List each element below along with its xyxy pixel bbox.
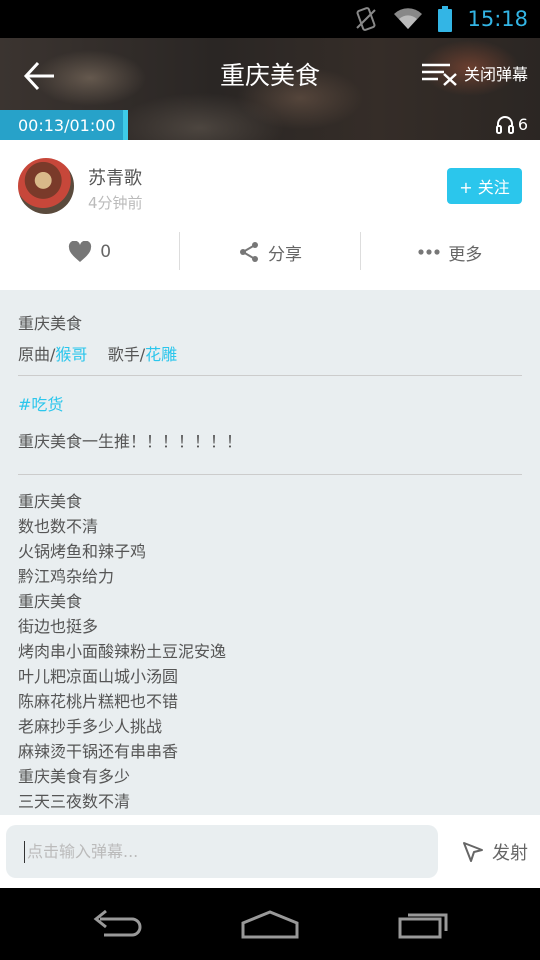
author-name[interactable]: 苏青歌 — [88, 164, 142, 190]
lyric-line: 重庆美食 — [18, 492, 83, 511]
singer-link[interactable]: 花雕 — [145, 345, 177, 364]
listener-count-value: 6 — [517, 114, 528, 134]
author-card: 苏青歌 4分钟前 + 关注 0 分享 更多 — [0, 140, 540, 290]
system-nav-bar — [0, 888, 540, 960]
send-label: 发射 — [492, 843, 528, 864]
send-cursor-icon — [463, 842, 483, 862]
text-cursor — [24, 840, 25, 863]
status-bar: 15:18 — [0, 0, 540, 38]
lyric-line: 三天三夜数不清 — [18, 792, 131, 811]
lyric-line: 数也数不清 — [18, 517, 99, 536]
lyric-line: 老麻抄手多少人挑战 — [18, 717, 163, 736]
singer-prefix: 歌手/ — [107, 345, 146, 364]
avatar[interactable] — [18, 158, 74, 214]
nav-recents-icon[interactable] — [396, 909, 452, 939]
lyric-line: 黔江鸡杂给力 — [18, 567, 115, 586]
lyric-line: 重庆美食 — [18, 592, 83, 611]
lyric-line: 烤肉串小面酸辣粉土豆泥安逸 — [18, 642, 227, 661]
lyric-line: 街边也挺多 — [18, 617, 99, 636]
nav-back-icon[interactable] — [88, 909, 144, 939]
share-button[interactable]: 分享 — [180, 232, 359, 272]
close-danmu-label: 关闭弹幕 — [463, 65, 528, 84]
like-count: 0 — [100, 242, 112, 262]
share-label: 分享 — [267, 244, 302, 265]
lyric-line: 火锅烤鱼和辣子鸡 — [18, 542, 147, 561]
danmu-off-icon — [421, 63, 457, 86]
vibrate-icon — [356, 7, 377, 31]
listener-count: 6 — [495, 114, 528, 134]
lyrics: 重庆美食 数也数不清 火锅烤鱼和辣子鸡 黔江鸡杂给力 重庆美食 街边也挺多 烤肉… — [18, 489, 226, 814]
battery-icon — [438, 6, 453, 32]
player-header: 重庆美食 关闭弹幕 00:13/01:00 6 — [0, 38, 540, 140]
danmu-input-bar: 发射 — [0, 815, 540, 888]
divider — [18, 375, 522, 376]
status-time: 15:18 — [467, 7, 528, 31]
danmu-input[interactable] — [27, 842, 407, 861]
song-title: 重庆美食 — [18, 314, 83, 333]
divider — [18, 474, 522, 475]
share-icon — [239, 242, 258, 262]
close-danmu-button[interactable]: 关闭弹幕 — [420, 60, 528, 86]
topic-tag[interactable]: #吃货 — [18, 391, 63, 415]
danmu-input-box[interactable] — [6, 825, 438, 878]
lyric-line: 陈麻花桃片糕粑也不错 — [18, 692, 179, 711]
lyric-line: 麻辣烫干锅还有串串香 — [18, 742, 179, 761]
action-row: 0 分享 更多 — [0, 232, 540, 272]
follow-button[interactable]: + 关注 — [447, 168, 522, 204]
more-dots-icon — [418, 249, 440, 255]
lyric-line: 重庆美食有多少 — [18, 767, 131, 786]
send-button[interactable]: 发射 — [462, 839, 528, 865]
heart-icon — [69, 241, 92, 262]
playback-time: 00:13/01:00 — [0, 110, 128, 140]
song-credits: 原曲/猴哥 歌手/花雕 — [18, 341, 177, 365]
wifi-icon — [394, 8, 423, 30]
song-description: 重庆美食一生推！！！！！！！ — [18, 432, 243, 451]
like-button[interactable]: 0 — [0, 232, 179, 272]
more-button[interactable]: 更多 — [361, 232, 540, 272]
original-artist-link[interactable]: 猴哥 — [55, 345, 87, 364]
nav-home-icon[interactable] — [240, 909, 300, 939]
lyric-line: 叶儿粑凉面山城小汤圆 — [18, 667, 179, 686]
more-label: 更多 — [448, 244, 483, 265]
post-time: 4分钟前 — [88, 194, 143, 212]
song-content: 重庆美食 原曲/猴哥 歌手/花雕 #吃货 重庆美食一生推！！！！！！！ 重庆美食… — [0, 290, 540, 815]
headphones-icon — [495, 116, 514, 134]
original-prefix: 原曲/ — [18, 345, 56, 364]
